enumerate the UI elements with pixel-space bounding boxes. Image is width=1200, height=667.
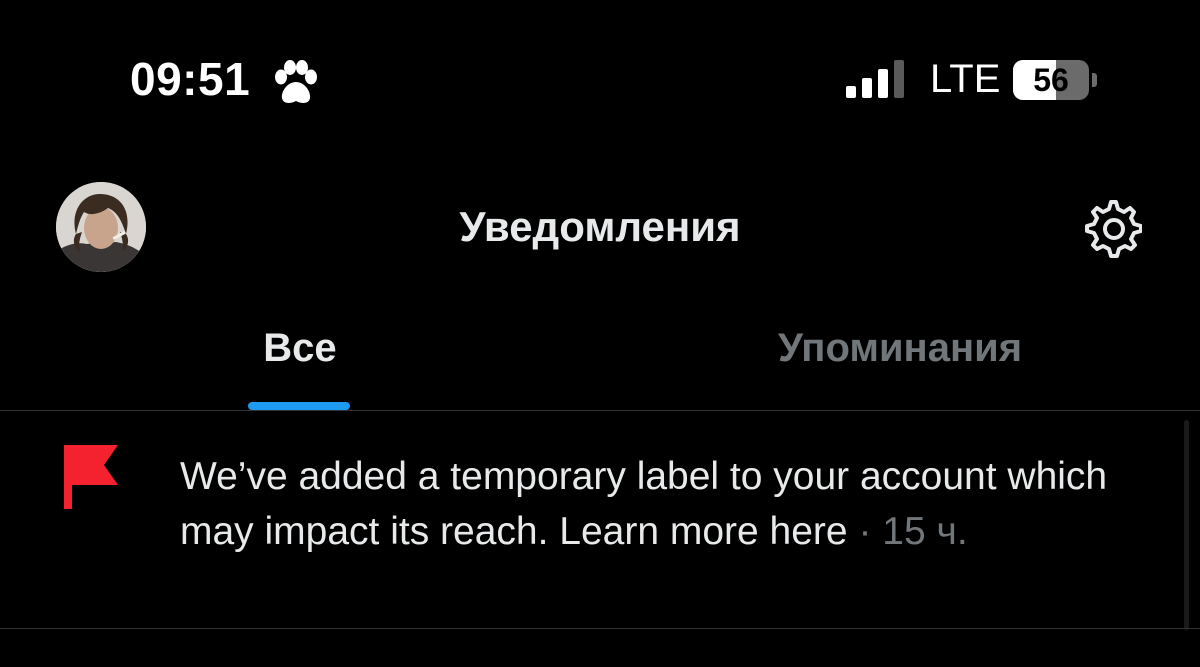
tab-bar: Все Упоминания xyxy=(0,300,1200,410)
tab-mentions-label: Упоминания xyxy=(777,326,1023,370)
notification-message: We’ve added a temporary label to your ac… xyxy=(180,455,1108,553)
notification-separator: · xyxy=(847,510,883,553)
network-type: LTE xyxy=(930,57,1001,101)
notification-item[interactable]: We’ve added a temporary label to your ac… xyxy=(0,411,1180,628)
paw-icon xyxy=(275,60,317,103)
notification-time: 15 ч. xyxy=(882,510,968,553)
divider xyxy=(0,628,1200,629)
battery-icon: 56 xyxy=(1013,60,1097,100)
flag-icon xyxy=(64,445,118,509)
notification-text: We’ve added a temporary label to your ac… xyxy=(180,449,1155,559)
scrollbar[interactable] xyxy=(1184,420,1189,630)
tab-mentions[interactable]: Упоминания xyxy=(600,300,1200,410)
tab-all[interactable]: Все xyxy=(0,300,600,410)
page-title: Уведомления xyxy=(459,203,741,250)
battery-level: 56 xyxy=(1033,62,1069,98)
status-bar: 09:51 LTE 56 xyxy=(0,0,1200,150)
signal-icon xyxy=(846,60,904,98)
tab-all-label: Все xyxy=(263,326,337,370)
active-tab-indicator xyxy=(248,402,350,410)
gear-icon[interactable] xyxy=(1080,197,1142,259)
status-time: 09:51 xyxy=(130,53,251,105)
